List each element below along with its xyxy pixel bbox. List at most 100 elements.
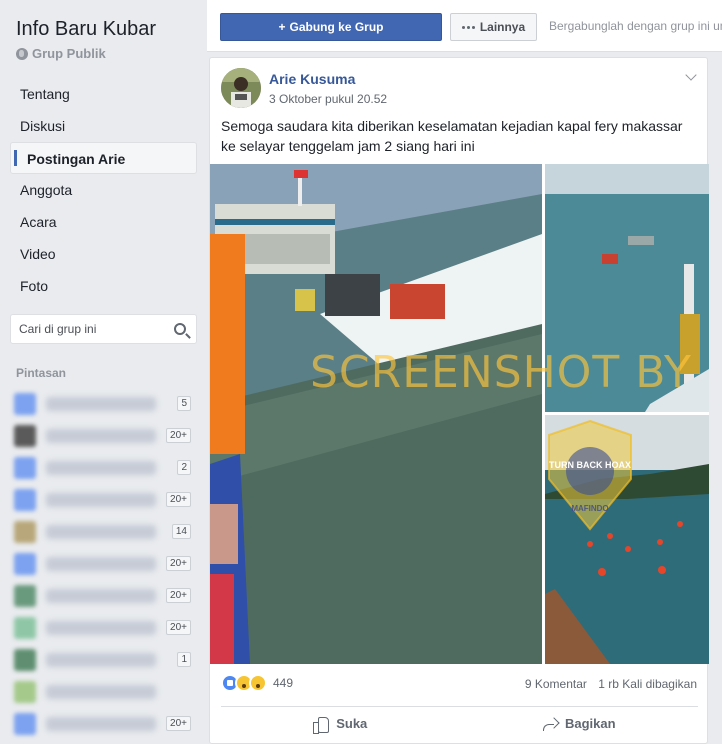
shortcut-count-badge: 14 (171, 524, 191, 539)
shortcut-thumbnail (14, 553, 36, 575)
group-title[interactable]: Info Baru Kubar (16, 18, 156, 41)
engagement-counts: 9 Komentar 1 rb Kali dibagikan (525, 677, 697, 691)
comment-count[interactable]: 9 Komentar (525, 677, 587, 691)
shortcuts-title: Pintasan (16, 366, 67, 380)
group-search-input[interactable] (11, 315, 161, 343)
share-button[interactable]: Bagikan (460, 707, 699, 740)
group-action-bar: + Gabung ke Grup Lainnya Bergabunglah de… (207, 0, 722, 52)
shortcut-count-badge: 20+ (166, 428, 191, 443)
shortcut-item[interactable]: 20+ (10, 420, 197, 452)
sidebar-item-label: Acara (20, 214, 57, 230)
more-label: Lainnya (479, 20, 526, 34)
chevron-down-icon[interactable] (685, 69, 697, 81)
right-gutter (713, 57, 722, 744)
shortcut-name-blurred (46, 717, 156, 731)
shortcut-item[interactable]: 5 (10, 388, 197, 420)
shortcut-item[interactable]: 14 (10, 516, 197, 548)
shortcut-thumbnail (14, 457, 36, 479)
join-group-label: Gabung ke Grup (289, 20, 384, 34)
left-sidebar: Info Baru Kubar Grup Publik Tentang Disku… (0, 0, 207, 744)
like-label: Suka (336, 716, 368, 731)
shortcut-item[interactable]: 1 (10, 644, 197, 676)
shortcut-name-blurred (46, 557, 156, 571)
shortcut-item[interactable]: 2 (10, 452, 197, 484)
shortcut-count-badge: 5 (177, 396, 191, 411)
sidebar-item-foto[interactable]: Foto (10, 270, 197, 302)
shortcut-item[interactable]: 20+ (10, 708, 197, 740)
shortcut-thumbnail (14, 713, 36, 735)
shortcut-thumbnail (14, 521, 36, 543)
photo-1[interactable] (210, 164, 542, 664)
shortcut-count-badge: 1 (177, 652, 191, 667)
shortcut-name-blurred (46, 653, 156, 667)
join-hint: Bergabunglah dengan grup ini untuk (549, 19, 722, 33)
globe-icon (16, 47, 28, 60)
post-timestamp[interactable]: 3 Oktober pukul 20.52 (269, 92, 387, 106)
group-nav: Tentang Diskusi Postingan Arie Anggota Acara… (10, 78, 197, 302)
sidebar-item-label: Postingan Arie (27, 151, 126, 167)
shortcut-count-badge: 2 (177, 460, 191, 475)
sidebar-item-video[interactable]: Video (10, 238, 197, 270)
shortcut-thumbnail (14, 681, 36, 703)
sidebar-item-label: Anggota (20, 182, 73, 198)
shortcut-count-badge: 20+ (166, 492, 191, 507)
share-count[interactable]: 1 rb Kali dibagikan (598, 677, 697, 691)
shortcut-thumbnail (14, 489, 36, 511)
post-stats: 449 9 Komentar 1 rb Kali dibagikan (210, 670, 709, 700)
sidebar-item-acara[interactable]: Acara (10, 206, 197, 238)
group-privacy: Grup Publik (16, 46, 106, 61)
like-button[interactable]: Suka (221, 707, 460, 740)
author-avatar[interactable] (221, 68, 261, 108)
sidebar-item-label: Diskusi (20, 118, 66, 134)
post-photos[interactable]: SCREENSHOT BY TURN BACK HOAX MAFINDO (210, 164, 709, 664)
shortcuts-list: 5 20+ 2 20+ 14 20+ 20+ 20+ 1 20+ (10, 388, 197, 740)
sidebar-item-tentang[interactable]: Tentang (10, 78, 197, 110)
more-icon (461, 25, 475, 29)
shortcut-item[interactable]: 20+ (10, 484, 197, 516)
plus-icon: + (278, 20, 286, 34)
photo-2[interactable] (545, 164, 709, 412)
shortcut-name-blurred (46, 397, 156, 411)
wow-reaction-icon (249, 674, 267, 692)
group-search[interactable] (10, 314, 197, 344)
post-text: Semoga saudara kita diberikan keselamata… (221, 118, 683, 154)
sidebar-item-postingan-arie[interactable]: Postingan Arie (10, 142, 197, 174)
shortcut-item[interactable]: 20+ (10, 580, 197, 612)
shortcut-thumbnail (14, 649, 36, 671)
sidebar-item-label: Video (20, 246, 56, 262)
shortcut-item[interactable] (10, 676, 197, 708)
shortcut-count-badge: 20+ (166, 620, 191, 635)
sidebar-item-diskusi[interactable]: Diskusi (10, 110, 197, 142)
share-arrow-icon (542, 717, 558, 731)
shortcut-name-blurred (46, 429, 156, 443)
group-privacy-label: Grup Publik (32, 46, 106, 61)
shortcut-thumbnail (14, 425, 36, 447)
sidebar-item-label: Foto (20, 278, 49, 294)
shortcut-count-badge: 20+ (166, 556, 191, 571)
shortcut-item[interactable]: 20+ (10, 548, 197, 580)
shortcut-name-blurred (46, 621, 156, 635)
shortcut-count-badge: 20+ (166, 588, 191, 603)
shortcut-thumbnail (14, 617, 36, 639)
shortcut-thumbnail (14, 585, 36, 607)
shortcut-item[interactable]: 20+ (10, 612, 197, 644)
page: Info Baru Kubar Grup Publik Tentang Disku… (0, 0, 722, 744)
sidebar-item-label: Tentang (20, 86, 70, 102)
search-icon[interactable] (174, 323, 186, 335)
more-button[interactable]: Lainnya (450, 13, 537, 41)
reactions-summary[interactable]: 449 (221, 674, 293, 692)
shortcut-name-blurred (46, 685, 156, 699)
post-card: Arie Kusuma 3 Oktober pukul 20.52 Semoga… (209, 57, 709, 744)
shortcut-name-blurred (46, 461, 156, 475)
shortcut-name-blurred (46, 493, 156, 507)
thumbs-up-icon (313, 716, 330, 734)
shortcut-count-badge: 20+ (166, 716, 191, 731)
reaction-count[interactable]: 449 (273, 676, 293, 690)
photo-3[interactable] (545, 415, 709, 664)
shortcut-thumbnail (14, 393, 36, 415)
shortcut-name-blurred (46, 589, 156, 603)
join-group-button[interactable]: + Gabung ke Grup (220, 13, 442, 41)
sidebar-item-anggota[interactable]: Anggota (10, 174, 197, 206)
author-name[interactable]: Arie Kusuma (269, 71, 355, 87)
shortcut-name-blurred (46, 525, 156, 539)
